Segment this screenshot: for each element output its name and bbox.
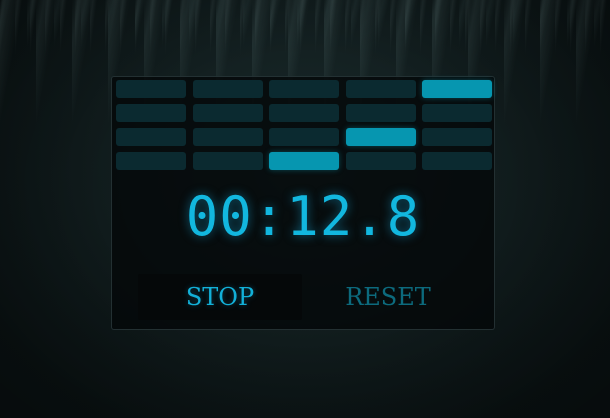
grid-cell <box>269 128 339 146</box>
grid-cell <box>345 152 416 170</box>
reset-button[interactable]: RESET <box>306 274 470 320</box>
grid-cell <box>422 128 492 146</box>
grid-cell <box>192 152 263 170</box>
time-display: 00:12.8 <box>185 185 421 248</box>
grid-cell <box>422 152 492 170</box>
grid-cell <box>116 80 186 98</box>
grid-cell <box>269 152 339 170</box>
grid-cell <box>192 128 263 146</box>
grid-cell <box>269 104 339 122</box>
grid-cell <box>192 104 263 122</box>
grid-cell <box>269 80 339 98</box>
grid-cell <box>422 80 492 98</box>
stopwatch-panel: 00:12.8 STOP RESET <box>111 76 495 330</box>
grid-cell <box>116 128 186 146</box>
grid-cell <box>116 152 186 170</box>
grid-cell <box>116 104 186 122</box>
stop-button[interactable]: STOP <box>138 274 302 320</box>
progress-grid <box>116 80 492 172</box>
grid-cell <box>345 128 416 146</box>
grid-cell <box>345 104 416 122</box>
grid-cell <box>422 104 492 122</box>
grid-cell <box>192 80 263 98</box>
grid-cell <box>345 80 416 98</box>
